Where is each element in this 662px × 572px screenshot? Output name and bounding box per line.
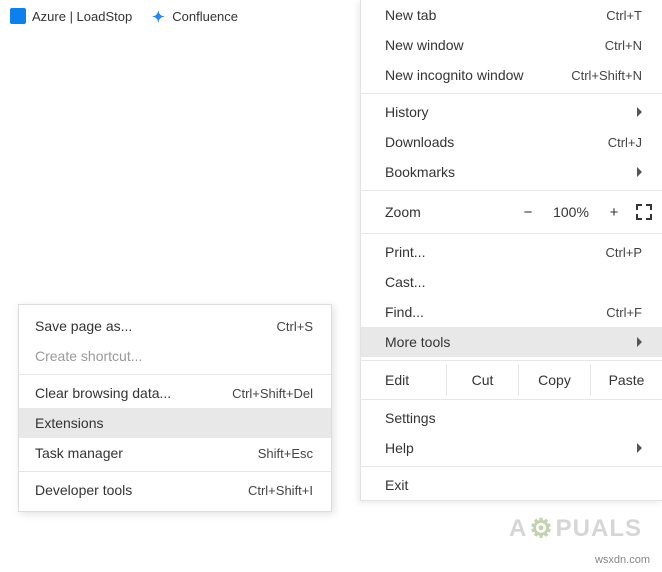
menu-label: Save page as...	[35, 318, 263, 334]
bookmarks-bar: Azure | LoadStop ✦ Confluence	[0, 8, 238, 24]
source-footer: wsxdn.com	[595, 554, 650, 566]
menu-separator	[19, 471, 331, 472]
menu-label: More tools	[385, 334, 627, 350]
menu-shortcut: Shift+Esc	[244, 446, 313, 461]
zoom-value: 100%	[550, 204, 592, 220]
menu-label: New window	[385, 37, 591, 53]
confluence-icon: ✦	[150, 8, 166, 24]
menu-separator	[361, 360, 662, 361]
menu-label: New incognito window	[385, 67, 557, 83]
submenu-create-shortcut[interactable]: Create shortcut...	[19, 341, 331, 371]
zoom-controls: − 100% +	[518, 204, 652, 221]
menu-help[interactable]: Help	[361, 433, 662, 463]
menu-separator	[361, 190, 662, 191]
menu-separator	[361, 93, 662, 94]
submenu-save-page-as[interactable]: Save page as... Ctrl+S	[19, 311, 331, 341]
menu-label: Clear browsing data...	[35, 385, 218, 401]
menu-settings[interactable]: Settings	[361, 403, 662, 433]
menu-separator	[361, 466, 662, 467]
menu-label: Create shortcut...	[35, 348, 313, 364]
menu-separator	[361, 233, 662, 234]
chevron-right-icon	[637, 443, 642, 453]
menu-label: Downloads	[385, 134, 594, 150]
menu-label: History	[385, 104, 627, 120]
menu-print[interactable]: Print... Ctrl+P	[361, 237, 662, 267]
menu-new-tab[interactable]: New tab Ctrl+T	[361, 0, 662, 30]
submenu-extensions[interactable]: Extensions	[19, 408, 331, 438]
menu-edit-row: Edit Cut Copy Paste	[361, 364, 662, 396]
menu-shortcut: Ctrl+P	[592, 245, 642, 260]
edit-buttons: Cut Copy Paste	[446, 364, 662, 396]
zoom-out-button[interactable]: −	[518, 204, 538, 221]
bookmark-confluence[interactable]: ✦ Confluence	[150, 8, 238, 24]
copy-button[interactable]: Copy	[518, 364, 590, 396]
zoom-label: Zoom	[385, 204, 518, 220]
menu-label: Settings	[385, 410, 642, 426]
menu-label: Extensions	[35, 415, 313, 431]
bookmark-azure[interactable]: Azure | LoadStop	[10, 8, 132, 24]
menu-shortcut: Ctrl+N	[591, 38, 642, 53]
chevron-right-icon	[637, 107, 642, 117]
menu-history[interactable]: History	[361, 97, 662, 127]
more-tools-submenu: Save page as... Ctrl+S Create shortcut..…	[18, 304, 332, 512]
menu-label: Cast...	[385, 274, 642, 290]
bookmark-label: Confluence	[172, 9, 238, 24]
menu-shortcut: Ctrl+Shift+Del	[218, 386, 313, 401]
watermark-text-left: A	[509, 515, 527, 543]
menu-label: Task manager	[35, 445, 244, 461]
menu-separator	[19, 374, 331, 375]
chrome-main-menu: New tab Ctrl+T New window Ctrl+N New inc…	[360, 0, 662, 501]
azure-icon	[10, 8, 26, 24]
gear-icon: ⚙	[529, 513, 553, 544]
menu-separator	[361, 399, 662, 400]
menu-more-tools[interactable]: More tools	[361, 327, 662, 357]
paste-button[interactable]: Paste	[590, 364, 662, 396]
menu-label: Exit	[385, 477, 642, 493]
menu-cast[interactable]: Cast...	[361, 267, 662, 297]
fullscreen-icon[interactable]	[636, 204, 652, 220]
menu-shortcut: Ctrl+Shift+N	[557, 68, 642, 83]
chevron-right-icon	[637, 167, 642, 177]
menu-new-window[interactable]: New window Ctrl+N	[361, 30, 662, 60]
menu-label: New tab	[385, 7, 592, 23]
menu-zoom-row: Zoom − 100% +	[361, 194, 662, 230]
menu-find[interactable]: Find... Ctrl+F	[361, 297, 662, 327]
bookmark-label: Azure | LoadStop	[32, 9, 132, 24]
menu-shortcut: Ctrl+J	[594, 135, 642, 150]
submenu-task-manager[interactable]: Task manager Shift+Esc	[19, 438, 331, 468]
menu-label: Print...	[385, 244, 592, 260]
edit-label: Edit	[361, 364, 446, 396]
menu-shortcut: Ctrl+F	[592, 305, 642, 320]
menu-label: Find...	[385, 304, 592, 320]
menu-label: Bookmarks	[385, 164, 627, 180]
menu-downloads[interactable]: Downloads Ctrl+J	[361, 127, 662, 157]
menu-shortcut: Ctrl+T	[592, 8, 642, 23]
menu-new-incognito[interactable]: New incognito window Ctrl+Shift+N	[361, 60, 662, 90]
menu-label: Developer tools	[35, 482, 234, 498]
watermark-text-right: PUALS	[556, 515, 642, 543]
zoom-in-button[interactable]: +	[604, 204, 624, 221]
submenu-developer-tools[interactable]: Developer tools Ctrl+Shift+I	[19, 475, 331, 505]
menu-label: Help	[385, 440, 627, 456]
submenu-clear-browsing-data[interactable]: Clear browsing data... Ctrl+Shift+Del	[19, 378, 331, 408]
watermark-logo: A ⚙ PUALS	[509, 513, 642, 544]
menu-shortcut: Ctrl+Shift+I	[234, 483, 313, 498]
menu-bookmarks[interactable]: Bookmarks	[361, 157, 662, 187]
cut-button[interactable]: Cut	[446, 364, 518, 396]
chevron-right-icon	[637, 337, 642, 347]
menu-exit[interactable]: Exit	[361, 470, 662, 500]
menu-shortcut: Ctrl+S	[263, 319, 313, 334]
